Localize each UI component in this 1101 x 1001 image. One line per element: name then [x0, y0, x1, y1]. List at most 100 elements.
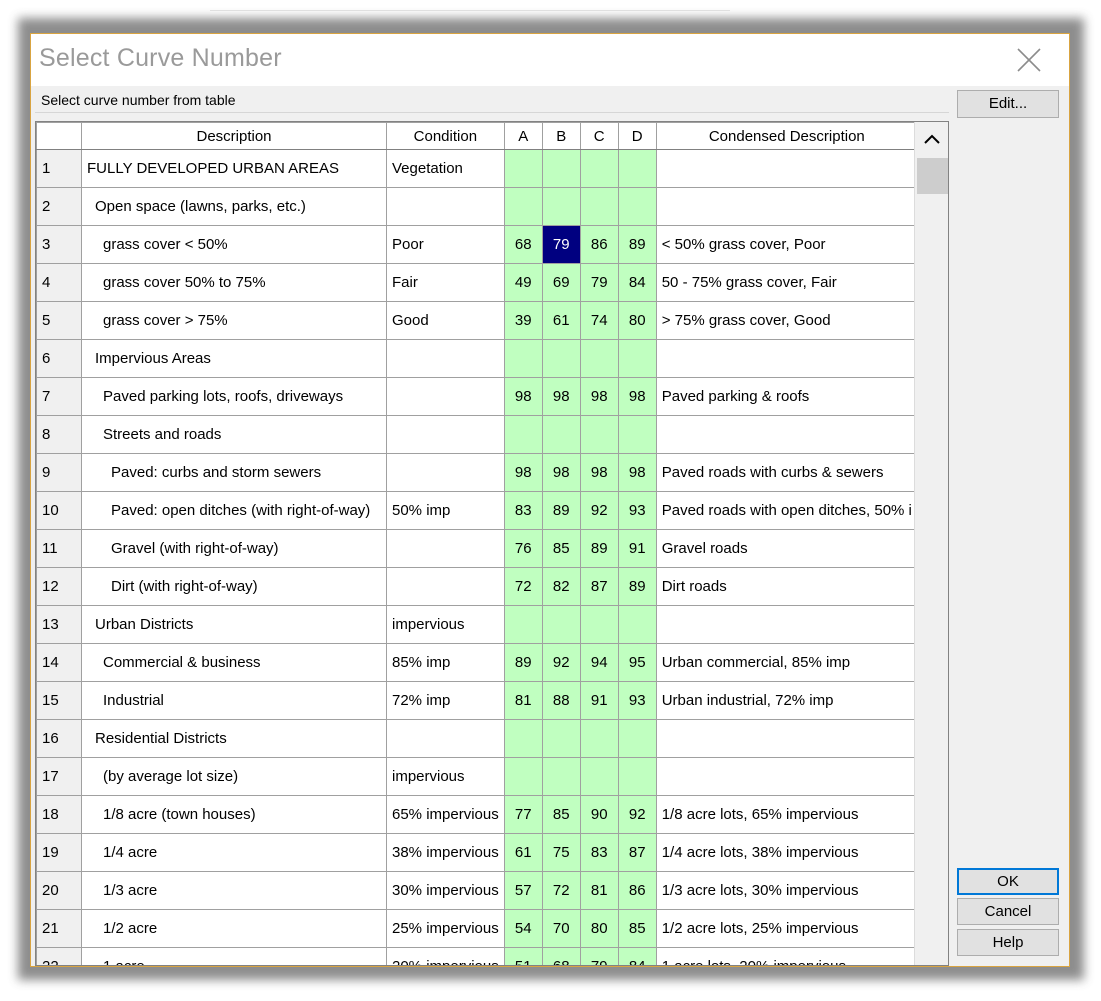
table-row[interactable]: 10 Paved: open ditches (with right-of-way…	[36, 491, 918, 530]
row-number-cell[interactable]: 7	[36, 377, 82, 416]
table-row[interactable]: 9 Paved: curbs and storm sewers 98 98 98 98 Pa…	[36, 453, 918, 492]
condensed-description-cell[interactable]: Gravel roads	[655, 529, 918, 568]
condition-cell[interactable]	[386, 567, 505, 606]
scroll-up-button[interactable]	[915, 122, 948, 156]
curve-number-cell-b[interactable]	[541, 719, 581, 758]
condensed-description-cell[interactable]	[655, 187, 918, 226]
row-number-cell[interactable]: 8	[36, 415, 82, 454]
condition-cell[interactable]: Good	[386, 301, 505, 340]
row-number-cell[interactable]: 4	[36, 263, 82, 302]
description-cell[interactable]: Urban Districts	[81, 605, 387, 644]
curve-number-cell-d[interactable]: 89	[617, 225, 657, 264]
row-number-cell[interactable]: 6	[36, 339, 82, 378]
curve-number-cell-c[interactable]: 92	[579, 491, 619, 530]
condensed-description-cell[interactable]: > 75% grass cover, Good	[655, 301, 918, 340]
condition-cell[interactable]: impervious	[386, 757, 505, 796]
table-row[interactable]: 17 (by average lot size) impervious	[36, 757, 918, 796]
curve-number-cell-b[interactable]	[541, 149, 581, 188]
curve-number-cell-d[interactable]	[617, 605, 657, 644]
curve-number-cell-d[interactable]: 98	[617, 453, 657, 492]
description-cell[interactable]: Paved: open ditches (with right-of-way)	[81, 491, 387, 530]
curve-number-cell-d[interactable]: 86	[617, 871, 657, 910]
condensed-description-cell[interactable]	[655, 415, 918, 454]
description-cell[interactable]: 1/8 acre (town houses)	[81, 795, 387, 834]
curve-number-cell-a[interactable]: 49	[503, 263, 543, 302]
edit-button[interactable]: Edit...	[957, 90, 1059, 118]
row-number-cell[interactable]: 21	[36, 909, 82, 948]
condensed-description-cell[interactable]: 1/4 acre lots, 38% impervious	[655, 833, 918, 872]
condensed-description-cell[interactable]	[655, 605, 918, 644]
curve-number-cell-c[interactable]: 90	[579, 795, 619, 834]
description-cell[interactable]: Impervious Areas	[81, 339, 387, 378]
description-cell[interactable]: Paved parking lots, roofs, driveways	[81, 377, 387, 416]
curve-number-cell-d[interactable]: 91	[617, 529, 657, 568]
condensed-description-cell[interactable]	[655, 149, 918, 188]
curve-number-cell-d[interactable]	[617, 757, 657, 796]
table-row[interactable]: 5 grass cover > 75% Good 39 61 74 80 > 75% gras…	[36, 301, 918, 340]
row-number-cell[interactable]: 20	[36, 871, 82, 910]
condensed-description-cell[interactable]: < 50% grass cover, Poor	[655, 225, 918, 264]
condition-cell[interactable]	[386, 187, 505, 226]
curve-number-cell-b[interactable]	[541, 605, 581, 644]
description-cell[interactable]: 1 acre	[81, 947, 387, 965]
condition-cell[interactable]: Fair	[386, 263, 505, 302]
curve-number-cell-a[interactable]: 68	[503, 225, 543, 264]
column-header-a[interactable]: A	[503, 122, 543, 150]
curve-number-cell-c[interactable]: 89	[579, 529, 619, 568]
curve-number-cell-c[interactable]	[579, 415, 619, 454]
condensed-description-cell[interactable]	[655, 757, 918, 796]
curve-number-cell-a[interactable]: 39	[503, 301, 543, 340]
row-number-cell[interactable]: 5	[36, 301, 82, 340]
description-cell[interactable]: FULLY DEVELOPED URBAN AREAS	[81, 149, 387, 188]
curve-number-cell-c[interactable]	[579, 605, 619, 644]
row-number-cell[interactable]: 9	[36, 453, 82, 492]
curve-number-cell-a[interactable]: 76	[503, 529, 543, 568]
description-cell[interactable]: 1/4 acre	[81, 833, 387, 872]
row-number-cell[interactable]: 13	[36, 605, 82, 644]
condition-cell[interactable]: impervious	[386, 605, 505, 644]
curve-number-cell-b[interactable]: 68	[541, 947, 581, 965]
curve-number-cell-b[interactable]: 89	[541, 491, 581, 530]
curve-number-cell-d[interactable]: 93	[617, 491, 657, 530]
curve-number-cell-c[interactable]: 83	[579, 833, 619, 872]
cancel-button[interactable]: Cancel	[957, 898, 1059, 925]
curve-number-cell-c[interactable]: 94	[579, 643, 619, 682]
table-row[interactable]: 16 Residential Districts	[36, 719, 918, 758]
curve-number-cell-c[interactable]: 81	[579, 871, 619, 910]
curve-number-cell-c[interactable]: 79	[579, 947, 619, 965]
description-cell[interactable]: Streets and roads	[81, 415, 387, 454]
table-row[interactable]: 8 Streets and roads	[36, 415, 918, 454]
row-number-cell[interactable]: 1	[36, 149, 82, 188]
condition-cell[interactable]	[386, 453, 505, 492]
column-header-d[interactable]: D	[617, 122, 657, 150]
condition-cell[interactable]: 20% impervious	[386, 947, 505, 965]
curve-number-cell-b[interactable]: 92	[541, 643, 581, 682]
table-row[interactable]: 2 Open space (lawns, parks, etc.)	[36, 187, 918, 226]
close-button[interactable]	[1009, 40, 1049, 80]
row-number-cell[interactable]: 12	[36, 567, 82, 606]
description-cell[interactable]: Residential Districts	[81, 719, 387, 758]
curve-number-cell-a[interactable]: 98	[503, 453, 543, 492]
row-number-cell[interactable]: 14	[36, 643, 82, 682]
condensed-description-cell[interactable]: Paved roads with curbs & sewers	[655, 453, 918, 492]
condensed-description-cell[interactable]: Paved parking & roofs	[655, 377, 918, 416]
condition-cell[interactable]: 50% imp	[386, 491, 505, 530]
column-header-description[interactable]: Description	[81, 122, 387, 150]
row-number-cell[interactable]: 3	[36, 225, 82, 264]
curve-number-cell-c[interactable]: 98	[579, 453, 619, 492]
row-number-cell[interactable]: 2	[36, 187, 82, 226]
condition-cell[interactable]	[386, 719, 505, 758]
table-row[interactable]: 18 1/8 acre (town houses) 65% impervious 77…	[36, 795, 918, 834]
row-number-cell[interactable]: 22	[36, 947, 82, 965]
condition-cell[interactable]: Poor	[386, 225, 505, 264]
column-header-b[interactable]: B	[541, 122, 581, 150]
curve-number-cell-a[interactable]	[503, 757, 543, 796]
condition-cell[interactable]: 30% impervious	[386, 871, 505, 910]
table-row[interactable]: 19 1/4 acre 38% impervious 61 75 83 87 1/4 acre…	[36, 833, 918, 872]
curve-number-cell-b[interactable]: 75	[541, 833, 581, 872]
curve-number-cell-d[interactable]: 95	[617, 643, 657, 682]
curve-number-cell-a[interactable]: 54	[503, 909, 543, 948]
curve-number-cell-d[interactable]: 89	[617, 567, 657, 606]
description-cell[interactable]: grass cover < 50%	[81, 225, 387, 264]
curve-number-cell-c[interactable]	[579, 757, 619, 796]
